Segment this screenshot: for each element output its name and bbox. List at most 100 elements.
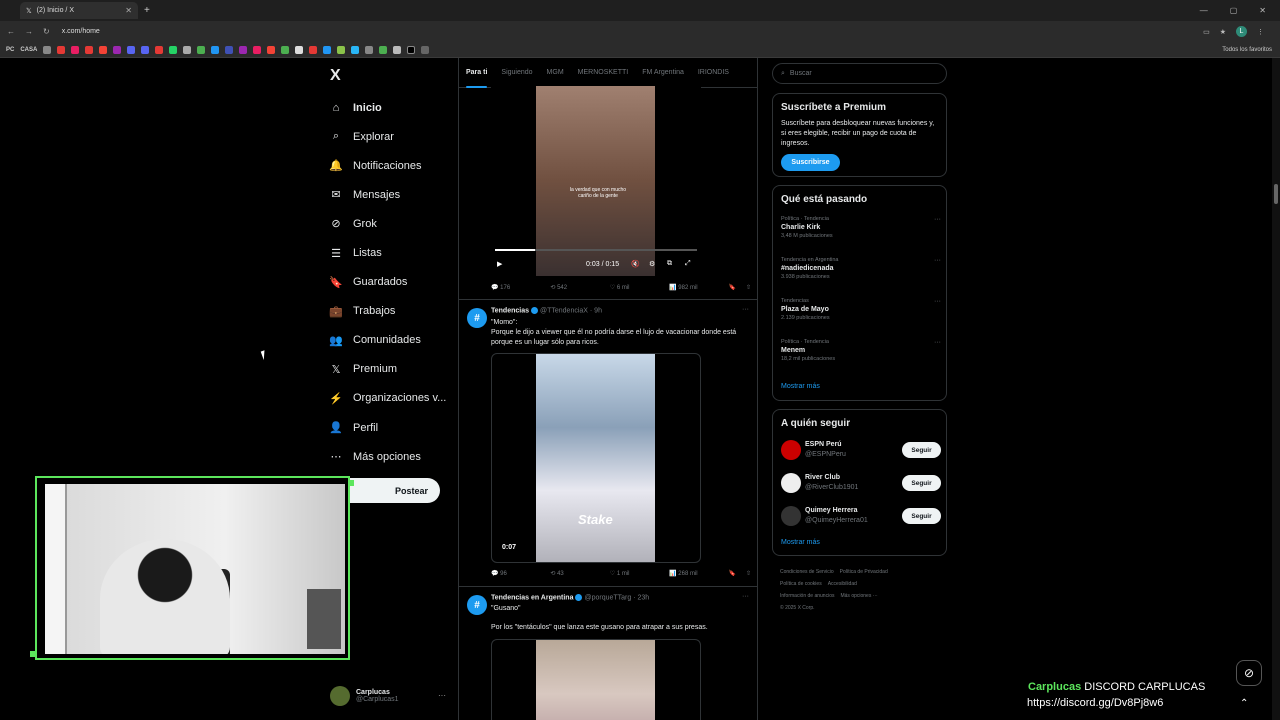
views-button[interactable]: 📊 268 mil bbox=[669, 570, 728, 577]
x-logo-icon[interactable]: X bbox=[330, 67, 341, 85]
video-player[interactable]: la verdad que con mucho cariño de la gen… bbox=[491, 86, 701, 276]
bookmark-icon[interactable] bbox=[113, 45, 122, 54]
browser-tab[interactable]: 𝕏 (2) Inicio / X ✕ bbox=[20, 2, 138, 19]
bookmark-icon[interactable] bbox=[155, 45, 164, 54]
bookmark-icon[interactable] bbox=[407, 45, 416, 54]
video-progress-bar[interactable] bbox=[495, 249, 697, 251]
bookmark-icon[interactable] bbox=[309, 45, 318, 54]
profile-avatar[interactable]: L bbox=[1236, 26, 1247, 37]
more-icon[interactable]: ··· bbox=[742, 306, 749, 313]
author-name[interactable]: Tendencias bbox=[491, 307, 529, 314]
reload-icon[interactable]: ↻ bbox=[43, 27, 50, 36]
bookmark-icon[interactable] bbox=[197, 45, 206, 54]
sidebar-item-organizaciones-v[interactable]: ⚡ Organizaciones v... bbox=[329, 384, 446, 413]
follow-button[interactable]: Seguir bbox=[902, 442, 941, 458]
footer-link[interactable]: Más opciones ··· bbox=[840, 593, 877, 599]
author-name[interactable]: Tendencias en Argentina bbox=[491, 594, 573, 601]
avatar[interactable] bbox=[781, 473, 801, 493]
repost-button[interactable]: ⟲ 43 bbox=[550, 570, 609, 577]
share-icon[interactable]: ⇧ bbox=[746, 284, 751, 291]
author-handle[interactable]: @porqueTTarg · 23h bbox=[584, 594, 649, 601]
all-bookmarks[interactable]: Todos los favoritos bbox=[1222, 47, 1280, 53]
footer-link[interactable]: Condiciones de Servicio bbox=[780, 569, 834, 575]
sidebar-item-inicio[interactable]: ⌂ Inicio bbox=[329, 93, 446, 122]
avatar[interactable] bbox=[781, 440, 801, 460]
sidebar-item-comunidades[interactable]: 👥 Comunidades bbox=[329, 326, 446, 355]
more-icon[interactable]: ··· bbox=[742, 593, 749, 600]
sidebar-item-más-opciones[interactable]: ⋯ Más opciones bbox=[329, 442, 446, 471]
more-icon[interactable]: ··· bbox=[934, 339, 941, 346]
footer-link[interactable]: Información de anuncios bbox=[780, 593, 834, 599]
show-more-follow[interactable]: Mostrar más bbox=[781, 539, 820, 546]
footer-link[interactable]: Política de Privacidad bbox=[840, 569, 888, 575]
account-switcher[interactable]: Carplucas @Carplucas1 ··· bbox=[330, 686, 446, 706]
bookmark-icon[interactable] bbox=[253, 45, 262, 54]
bookmark-icon[interactable] bbox=[43, 45, 52, 54]
suggestion-name[interactable]: Quimey Herrera bbox=[805, 507, 858, 514]
follow-suggestion[interactable]: River Club @RiverClub1901 Seguir bbox=[781, 473, 941, 495]
page-scrollbar[interactable] bbox=[1272, 58, 1280, 720]
trend-item[interactable]: Política · Tendencia Charlie Kirk 3,48 M p… bbox=[781, 216, 941, 239]
scrollbar-thumb[interactable] bbox=[1274, 184, 1278, 204]
tweet-media[interactable] bbox=[491, 639, 701, 720]
bookmark-icon[interactable] bbox=[281, 45, 290, 54]
bookmark-icon[interactable] bbox=[365, 45, 374, 54]
url-field[interactable]: x.com/home bbox=[62, 28, 100, 35]
like-button[interactable]: ♡ 6 mil bbox=[610, 284, 669, 291]
more-icon[interactable]: ··· bbox=[934, 298, 941, 305]
avatar[interactable]: # bbox=[467, 595, 487, 615]
menu-icon[interactable]: ⋮ bbox=[1257, 28, 1264, 36]
reply-button[interactable]: 💬 96 bbox=[491, 570, 550, 577]
forward-icon[interactable]: → bbox=[25, 27, 33, 36]
reply-button[interactable]: 💬 176 bbox=[491, 284, 550, 291]
author-handle[interactable]: @TTendenciaX · 9h bbox=[540, 307, 602, 314]
bookmark-icon[interactable] bbox=[211, 45, 220, 54]
settings-icon[interactable]: ⚙ bbox=[649, 260, 655, 268]
repost-button[interactable]: ⟲ 542 bbox=[550, 284, 609, 291]
bookmark-icon[interactable] bbox=[71, 45, 80, 54]
bookmark-icon[interactable]: 🔖 bbox=[729, 284, 736, 291]
bookmark-icon[interactable]: 🔖 bbox=[729, 570, 736, 577]
bookmark-icon[interactable] bbox=[183, 45, 192, 54]
bookmark-icon[interactable] bbox=[393, 45, 402, 54]
bookmark-icon[interactable] bbox=[379, 45, 388, 54]
bookmark-icon[interactable] bbox=[267, 45, 276, 54]
back-icon[interactable]: ← bbox=[7, 27, 15, 36]
bookmark-icon[interactable] bbox=[337, 45, 346, 54]
bookmark-icon[interactable] bbox=[85, 45, 94, 54]
chevron-up-icon[interactable]: ⌃ bbox=[1240, 698, 1248, 709]
footer-link[interactable]: Accesibilidad bbox=[828, 581, 857, 587]
footer-link[interactable]: Política de cookies bbox=[780, 581, 822, 587]
sidebar-item-premium[interactable]: 𝕏 Premium bbox=[329, 355, 446, 384]
fullscreen-icon[interactable]: ⤢ bbox=[685, 260, 691, 268]
more-icon[interactable]: ··· bbox=[438, 691, 446, 700]
more-icon[interactable]: ··· bbox=[934, 257, 941, 264]
play-icon[interactable]: ▶ bbox=[497, 260, 502, 268]
sidebar-item-mensajes[interactable]: ✉ Mensajes bbox=[329, 180, 446, 209]
bookmark-icon[interactable] bbox=[169, 45, 178, 54]
bookmark-icon[interactable] bbox=[239, 45, 248, 54]
search-box[interactable]: ⌕ bbox=[772, 63, 947, 84]
bookmark-icon[interactable] bbox=[323, 45, 332, 54]
bookmark-icon[interactable] bbox=[57, 45, 66, 54]
avatar[interactable] bbox=[781, 506, 801, 526]
follow-suggestion[interactable]: ESPN Perú @ESPNPeru Seguir bbox=[781, 440, 941, 462]
pip-icon[interactable]: ⧉ bbox=[667, 260, 672, 268]
bookmark-casa[interactable]: CASA bbox=[20, 47, 37, 53]
trend-item[interactable]: Política · Tendencia Menem 18,2 mil public… bbox=[781, 339, 941, 362]
video-player[interactable]: Stake 0:07 bbox=[491, 353, 701, 563]
bookmark-icon[interactable] bbox=[127, 45, 136, 54]
bookmark-icon[interactable] bbox=[295, 45, 304, 54]
close-window-icon[interactable]: ✕ bbox=[1259, 6, 1266, 15]
trend-item[interactable]: Tendencia en Argentina #nadiedicenada 3.93… bbox=[781, 257, 941, 280]
sidebar-item-guardados[interactable]: 🔖 Guardados bbox=[329, 268, 446, 297]
search-input[interactable] bbox=[789, 70, 930, 77]
maximize-icon[interactable]: ▢ bbox=[1230, 6, 1238, 15]
star-icon[interactable]: ★ bbox=[1220, 28, 1226, 36]
suggestion-name[interactable]: ESPN Perú bbox=[805, 441, 842, 448]
bookmark-icon[interactable] bbox=[421, 45, 430, 54]
tab-iriondis[interactable]: IRIONDIS bbox=[691, 58, 736, 88]
tab-mgm[interactable]: MGM bbox=[540, 58, 571, 88]
follow-button[interactable]: Seguir bbox=[902, 508, 941, 524]
bookmark-icon[interactable] bbox=[351, 45, 360, 54]
